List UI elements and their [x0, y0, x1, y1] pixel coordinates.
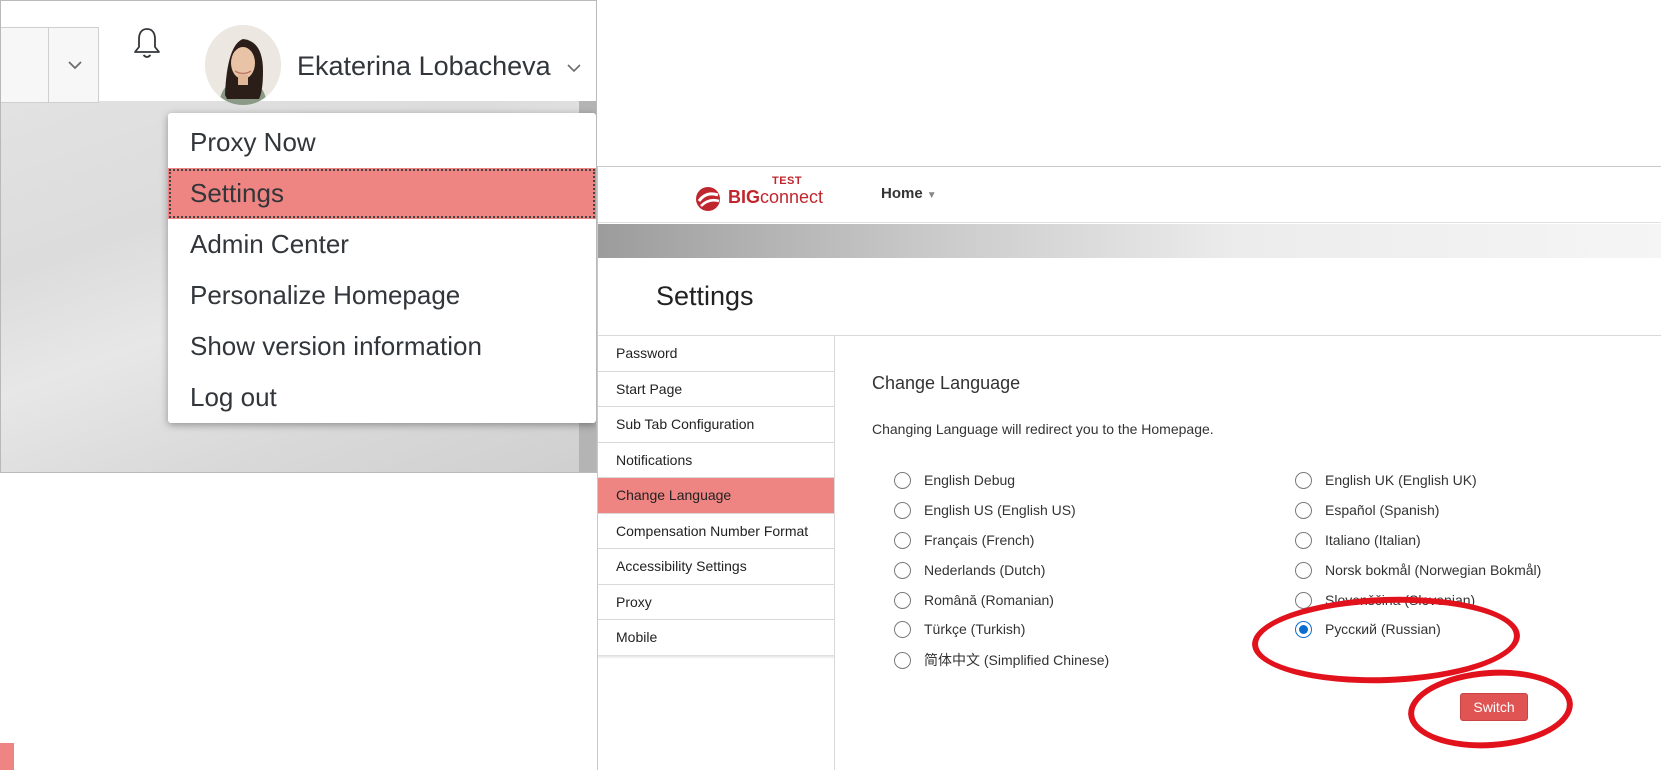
radio-button[interactable]	[1295, 531, 1312, 549]
menu-item-show-version-information[interactable]: Show version information	[168, 321, 596, 372]
language-option-english-debug[interactable]: English Debug	[894, 469, 1015, 491]
chevron-down-icon[interactable]	[563, 57, 585, 79]
avatar-photo-icon	[205, 25, 281, 105]
language-label: Italiano (Italian)	[1325, 532, 1421, 548]
language-option-french[interactable]: Français (French)	[894, 529, 1034, 551]
notifications-bell-icon[interactable]	[131, 25, 163, 61]
language-option-turkish[interactable]: Türkçe (Turkish)	[894, 618, 1025, 640]
section-title: Change Language	[872, 373, 1021, 393]
sidebar-shadow	[598, 655, 834, 659]
sidebar-item-password[interactable]: Password	[598, 336, 834, 372]
user-dropdown-menu: Proxy Now Settings Admin Center Personal…	[168, 113, 596, 423]
menu-item-personalize-homepage[interactable]: Personalize Homepage	[168, 270, 596, 321]
logo-text-bold: BIG	[728, 187, 761, 207]
logo-text-rest: connect	[760, 187, 824, 207]
language-label: 简体中文 (Simplified Chinese)	[924, 652, 1110, 668]
user-menu-screenshot: Ekaterina Lobacheva Proxy Now Settings A…	[0, 0, 597, 473]
language-label: Norsk bokmål (Norwegian Bokmål)	[1325, 562, 1542, 578]
chevron-down-icon	[68, 61, 82, 70]
sidebar-item-mobile[interactable]: Mobile	[598, 620, 834, 656]
menu-item-settings[interactable]: Settings	[168, 168, 596, 219]
sidebar-item-start-page[interactable]: Start Page	[598, 371, 834, 407]
logo-text: BIGconnect	[728, 187, 823, 208]
menu-item-log-out[interactable]: Log out	[168, 372, 596, 423]
language-option-english-us[interactable]: English US (English US)	[894, 499, 1076, 521]
page-title: Settings	[656, 281, 754, 311]
sidebar-item-change-language[interactable]: Change Language	[598, 478, 834, 514]
language-option-dutch[interactable]: Nederlands (Dutch)	[894, 559, 1045, 581]
language-option-romanian[interactable]: Română (Romanian)	[894, 589, 1054, 611]
dropdown-separator	[48, 28, 49, 102]
language-option-simplified-chinese[interactable]: 简体中文 (Simplified Chinese)	[894, 649, 1109, 671]
corner-highlight	[0, 743, 14, 770]
sidebar-divider	[834, 336, 835, 770]
sidebar-item-sub-tab-configuration[interactable]: Sub Tab Configuration	[598, 407, 834, 443]
radio-button[interactable]	[894, 591, 911, 609]
language-option-norwegian[interactable]: Norsk bokmål (Norwegian Bokmål)	[1295, 559, 1541, 581]
menu-item-admin-center[interactable]: Admin Center	[168, 219, 596, 270]
radio-button[interactable]	[894, 561, 911, 579]
language-option-italian[interactable]: Italiano (Italian)	[1295, 529, 1421, 551]
sidebar-item-notifications[interactable]: Notifications	[598, 442, 834, 478]
logo-test-badge: TEST	[772, 175, 803, 187]
header-band	[598, 224, 1661, 258]
sidebar-item-accessibility-settings[interactable]: Accessibility Settings	[598, 549, 834, 585]
language-label: English UK (English UK)	[1325, 472, 1477, 488]
radio-button[interactable]	[1295, 501, 1312, 519]
radio-button[interactable]	[894, 531, 911, 549]
menu-item-proxy-now[interactable]: Proxy Now	[168, 117, 596, 168]
caret-down-icon: ▼	[926, 190, 937, 201]
language-label: Español (Spanish)	[1325, 502, 1440, 518]
sidebar-item-proxy[interactable]: Proxy	[598, 584, 834, 620]
home-nav-label: Home	[881, 185, 923, 202]
language-label: Română (Romanian)	[924, 592, 1054, 608]
settings-sidebar: Password Start Page Sub Tab Configuratio…	[598, 336, 834, 656]
search-scope-dropdown[interactable]	[1, 27, 99, 103]
language-label: Français (French)	[924, 532, 1035, 548]
radio-button[interactable]	[1295, 471, 1312, 489]
radio-button[interactable]	[894, 471, 911, 489]
app-header: TEST BIGconnect Home ▼	[598, 167, 1661, 223]
section-description: Changing Language will redirect you to t…	[872, 421, 1214, 437]
radio-button[interactable]	[894, 651, 911, 669]
language-label: Nederlands (Dutch)	[924, 562, 1046, 578]
user-avatar[interactable]	[205, 25, 281, 105]
radio-button[interactable]	[894, 501, 911, 519]
language-label: Türkçe (Turkish)	[924, 621, 1026, 637]
language-label: English US (English US)	[924, 502, 1076, 518]
sidebar-item-compensation-number-format[interactable]: Compensation Number Format	[598, 513, 834, 549]
radio-button[interactable]	[1295, 561, 1312, 579]
language-option-english-uk[interactable]: English UK (English UK)	[1295, 469, 1477, 491]
language-option-spanish[interactable]: Español (Spanish)	[1295, 499, 1439, 521]
language-label: English Debug	[924, 472, 1016, 488]
radio-button[interactable]	[894, 620, 911, 638]
user-name[interactable]: Ekaterina Lobacheva	[297, 51, 551, 82]
home-nav-menu[interactable]: Home ▼	[881, 185, 937, 202]
